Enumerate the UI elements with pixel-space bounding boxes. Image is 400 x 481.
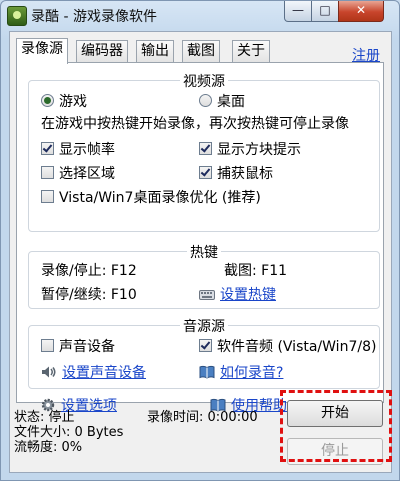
checkbox-sound-device[interactable]: 声音设备 (41, 336, 115, 356)
checkbox-checked-icon (199, 166, 212, 179)
checkbox-capture-mouse[interactable]: 捕获鼠标 (199, 163, 273, 183)
how-to-record-row[interactable]: 如何录音? (199, 362, 283, 382)
radio-desktop-label: 桌面 (217, 94, 245, 110)
tab-screenshot[interactable]: 截图 (182, 40, 220, 62)
tab-strip: 录像源 编码器 输出 截图 关于 注册 (16, 38, 386, 64)
record-stop-hotkey: 录像/停止: F12 (41, 263, 137, 279)
video-source-group: 视频源 游戏 桌面 在游戏中按热键开始录像，再次按热键可停止录像 显示帧率 显示… (28, 74, 380, 232)
title-bar[interactable]: 录酷 - 游戏录像软件 — □ ✕ (1, 1, 399, 29)
capture-mouse-label: 捕获鼠标 (217, 166, 273, 182)
speaker-icon (42, 366, 56, 378)
checkbox-show-block-hint[interactable]: 显示方块提示 (199, 139, 301, 159)
keyboard-icon (199, 290, 215, 300)
pause-resume-hotkey: 暂停/继续: F10 (41, 287, 137, 303)
highlight-box (280, 390, 392, 462)
app-logo-icon (7, 6, 27, 26)
maximize-button[interactable]: □ (311, 1, 339, 22)
minimize-button[interactable]: — (284, 1, 312, 22)
checkbox-checked-icon (199, 142, 212, 155)
checkbox-vista-optimization[interactable]: Vista/Win7桌面录像优化 (推荐) (41, 187, 261, 207)
video-source-title: 视频源 (180, 74, 228, 90)
select-region-label: 选择区域 (59, 166, 115, 182)
set-hotkey-row[interactable]: 设置热键 (199, 284, 276, 304)
tab-panel: 视频源 游戏 桌面 在游戏中按热键开始录像，再次按热键可停止录像 显示帧率 显示… (16, 62, 384, 414)
sound-device-label: 声音设备 (59, 339, 115, 355)
checkbox-select-region[interactable]: 选择区域 (41, 163, 115, 183)
set-hotkey-link[interactable]: 设置热键 (220, 287, 276, 303)
tab-output[interactable]: 输出 (136, 40, 174, 62)
screenshot-hotkey: 截图: F11 (224, 263, 288, 279)
checkbox-show-fps[interactable]: 显示帧率 (41, 139, 115, 159)
game-hotkey-hint: 在游戏中按热键开始录像，再次按热键可停止录像 (41, 116, 349, 132)
radio-game[interactable]: 游戏 (41, 91, 87, 111)
hotkey-group: 热键 录像/停止: F12 截图: F11 暂停/继续: F10 设置热键 (28, 245, 380, 309)
software-audio-label: 软件音频 (Vista/Win7/8) (217, 339, 377, 355)
book-icon (199, 365, 215, 379)
checkbox-unchecked-icon (41, 190, 54, 203)
window-title: 录酷 - 游戏录像软件 (31, 9, 157, 25)
vista-optimization-label: Vista/Win7桌面录像优化 (推荐) (59, 190, 261, 206)
record-time-text: 录像时间: 0:00:00 (147, 410, 258, 425)
radio-game-label: 游戏 (59, 94, 87, 110)
audio-source-title: 音源源 (180, 319, 228, 335)
tab-about[interactable]: 关于 (232, 40, 270, 62)
checkbox-unchecked-icon (41, 339, 54, 352)
close-button[interactable]: ✕ (338, 1, 384, 22)
audio-source-group: 音源源 声音设备 软件音频 (Vista/Win7/8) 设置声音设备 如何录音… (28, 319, 380, 389)
set-sound-device-row[interactable]: 设置声音设备 (41, 362, 146, 382)
checkbox-checked-icon (199, 339, 212, 352)
set-sound-device-link[interactable]: 设置声音设备 (62, 365, 146, 381)
radio-desktop[interactable]: 桌面 (199, 91, 245, 111)
fluency-text: 流畅度: 0% (14, 440, 83, 455)
show-fps-label: 显示帧率 (59, 142, 115, 158)
tab-record-source[interactable]: 录像源 (16, 38, 68, 64)
how-to-record-link[interactable]: 如何录音? (220, 365, 283, 381)
app-window: 录酷 - 游戏录像软件 — □ ✕ 录像源 编码器 输出 截图 关于 注册 视频… (0, 0, 400, 481)
tab-encoder[interactable]: 编码器 (76, 40, 128, 62)
hotkey-title: 热键 (187, 245, 221, 261)
checkbox-checked-icon (41, 142, 54, 155)
checkbox-unchecked-icon (41, 166, 54, 179)
radio-selected-icon (41, 94, 54, 107)
radio-unselected-icon (199, 94, 212, 107)
checkbox-software-audio[interactable]: 软件音频 (Vista/Win7/8) (199, 336, 376, 356)
show-block-hint-label: 显示方块提示 (217, 142, 301, 158)
